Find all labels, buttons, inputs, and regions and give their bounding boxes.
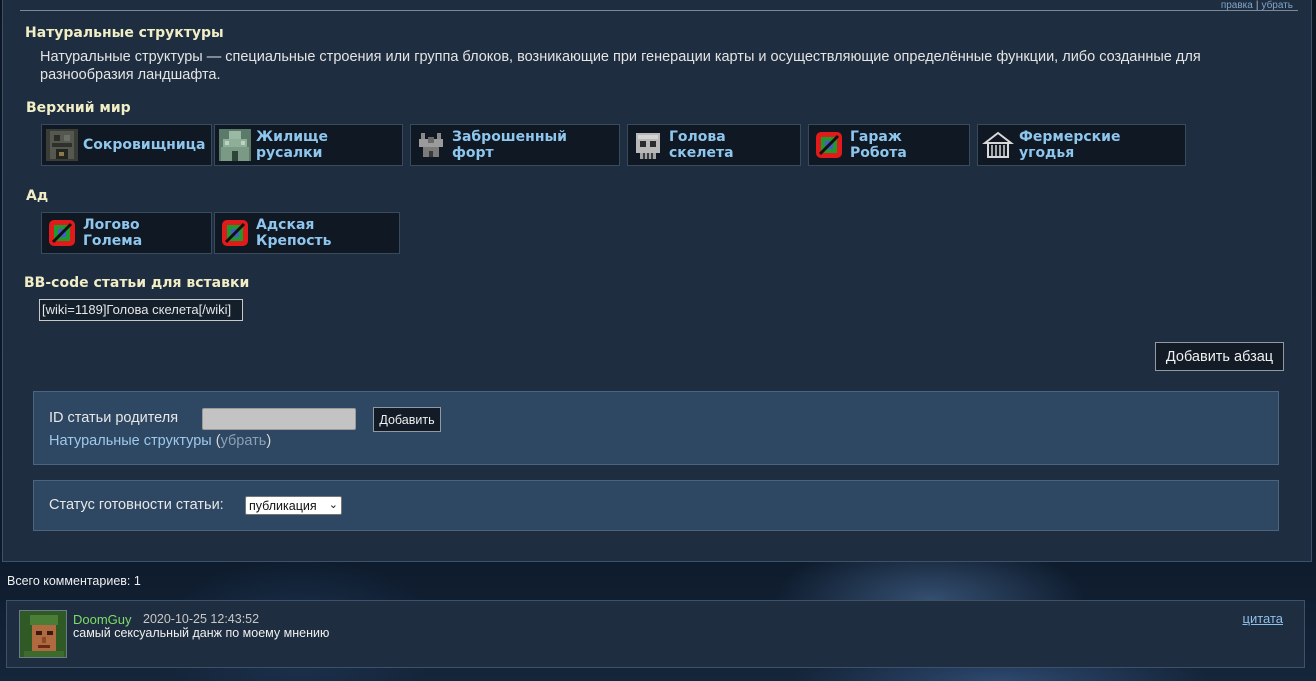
parent-id-input[interactable] [202, 408, 356, 430]
no-image-icon [816, 132, 842, 158]
structure-card-hell-fortress[interactable]: Адская Крепость [214, 212, 400, 254]
paren-close: ) [266, 433, 272, 449]
add-parent-button[interactable]: Добавить [373, 407, 441, 432]
avatar [19, 610, 67, 658]
no-image-icon [49, 220, 75, 246]
farmland-icon [982, 131, 1014, 158]
structure-card-skeleton-head[interactable]: Голова скелета [627, 124, 801, 166]
article-description: Натуральные структуры — специальные стро… [40, 49, 1201, 83]
parent-article-link[interactable]: Натуральные структуры [49, 433, 212, 449]
comment-date: 2020-10-25 12:43:52 [143, 612, 260, 626]
parent-id-label: ID статьи родителя [49, 410, 179, 426]
bbcode-field[interactable]: [wiki=1189]Голова скелета[/wiki] [39, 299, 243, 321]
structure-card-abandoned-fort[interactable]: Заброшенный форт [410, 124, 620, 166]
no-image-icon [222, 220, 248, 246]
skeleton-head-icon [636, 133, 660, 159]
edit-link[interactable]: правка [1221, 0, 1253, 11]
top-divider [20, 10, 1298, 11]
add-paragraph-button[interactable]: Добавить абзац [1155, 342, 1284, 371]
article-title: Натуральные структуры [25, 25, 224, 41]
comment-item: DoomGuy 2020-10-25 12:43:52 самый сексуа… [6, 600, 1305, 668]
comments-count: Всего комментариев: 1 [7, 574, 141, 588]
structure-card-golem-lair[interactable]: Логово Голема [41, 212, 212, 254]
doomguy-avatar-icon [20, 611, 66, 657]
structure-card-label: Фермерские угодья [1019, 129, 1121, 161]
structure-card-treasury[interactable]: Сокровищница [41, 124, 212, 166]
structure-card-label: Голова скелета [669, 129, 734, 161]
abandoned-fort-icon [419, 133, 443, 157]
structure-card-label: Гараж Робота [850, 129, 907, 161]
structure-card-label: Логово Голема [83, 217, 143, 249]
parent-link-line: Натуральные структуры (убрать) [49, 433, 271, 449]
structure-card-label: Сокровищница [83, 137, 206, 153]
structure-card-label: Жилище русалки [256, 129, 328, 161]
section-heading-nether: Ад [26, 188, 49, 204]
structure-card-robot-garage[interactable]: Гараж Робота [808, 124, 970, 166]
mermaid-dwelling-icon [219, 129, 251, 161]
chevron-down-icon: ⌄ [328, 499, 338, 511]
comment-username[interactable]: DoomGuy [73, 612, 132, 627]
edit-links-separator: | [1255, 0, 1259, 11]
comment-text: самый сексуальный данж по моему мнению [73, 626, 330, 640]
treasury-icon [46, 129, 78, 161]
bbcode-heading: BB-code статьи для вставки [24, 275, 250, 291]
remove-link[interactable]: убрать [1261, 0, 1293, 11]
quote-link[interactable]: цитата [1243, 611, 1284, 626]
status-selected-value: публикация [249, 498, 317, 513]
structure-card-label: Адская Крепость [256, 217, 332, 249]
structure-card-label: Заброшенный форт [452, 129, 567, 161]
remove-parent-link[interactable]: убрать [221, 433, 267, 449]
status-select[interactable]: публикация ⌄ [245, 496, 342, 515]
structure-card-farmland[interactable]: Фермерские угодья [977, 124, 1186, 166]
section-heading-overworld: Верхний мир [26, 100, 131, 116]
edit-links: правка | убрать [1221, 0, 1293, 11]
status-label: Статус готовности статьи: [49, 497, 224, 513]
structure-card-mermaid-dwelling[interactable]: Жилище русалки [214, 124, 403, 166]
